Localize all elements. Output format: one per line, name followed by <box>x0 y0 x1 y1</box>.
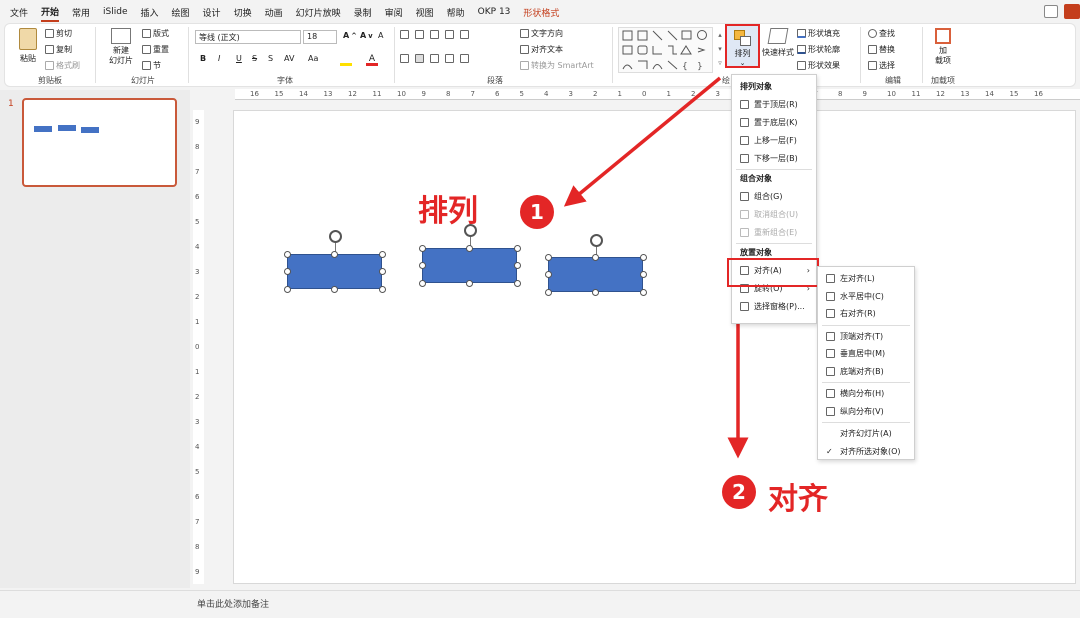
notes-pane[interactable]: 单击此处添加备注 <box>0 590 1080 618</box>
menu-separator <box>736 243 812 244</box>
menu-item-label: 上移一层(F) <box>754 135 797 145</box>
order-item-2[interactable]: 上移一层(F) <box>732 131 816 149</box>
menu-item-icon <box>740 135 749 145</box>
menu-item-label: 左对齐(L) <box>840 274 875 284</box>
menu-item-label: 垂直居中(M) <box>840 349 886 359</box>
menu-separator <box>822 382 910 383</box>
menu-item-label: 横向分布(H) <box>840 389 885 399</box>
menu-separator <box>736 169 812 170</box>
notes-placeholder: 单击此处添加备注 <box>197 600 270 610</box>
menu-item-icon <box>740 117 749 127</box>
align-item-1[interactable]: 水平居中(C) <box>818 288 914 306</box>
order-item-0[interactable]: 置于顶层(R) <box>732 95 816 113</box>
position-item-2[interactable]: 选择窗格(P)... <box>732 297 816 315</box>
align-item-0[interactable]: 左对齐(L) <box>818 270 914 288</box>
menu-item-icon <box>740 99 749 109</box>
menu-separator <box>822 422 910 423</box>
menu-item-label: 选择窗格(P)... <box>754 301 805 311</box>
menu-item-icon <box>740 227 749 237</box>
order-item-3[interactable]: 下移一层(B) <box>732 149 816 167</box>
menu-item-icon <box>826 389 835 399</box>
menu-item-icon <box>826 331 835 341</box>
menu-item-label: 组合(G) <box>754 191 783 201</box>
menu-item-label: 置于底层(K) <box>754 117 798 127</box>
annotation-arrows <box>563 76 749 459</box>
menu-item-icon <box>826 349 835 359</box>
group-header: 组合对象 <box>740 174 772 183</box>
menu-item-icon <box>826 291 835 301</box>
menu-item-label: 置于顶层(R) <box>754 99 798 109</box>
group-item-1[interactable]: 取消组合(U) <box>732 205 816 223</box>
menu-item-label: 对齐幻灯片(A) <box>840 429 892 439</box>
align-submenu: 左对齐(L) 水平居中(C) 右对齐(R) 顶端对齐(T) 垂直居中(M) 底端对齐(B)… <box>817 266 915 460</box>
order-header: 排列对象 <box>740 82 772 91</box>
group-item-0[interactable]: 组合(G) <box>732 187 816 205</box>
align-item-5[interactable]: 底端对齐(B) <box>818 363 914 381</box>
menu-item-label: 右对齐(R) <box>840 309 876 319</box>
align-item-9[interactable]: ✓ 对齐所选对象(O) <box>818 443 914 461</box>
align-item-6[interactable]: 横向分布(H) <box>818 385 914 403</box>
align-item-4[interactable]: 垂直居中(M) <box>818 345 914 363</box>
menu-separator <box>822 324 910 326</box>
menu-item-icon <box>740 191 749 201</box>
menu-item-label: 重新组合(E) <box>754 227 798 237</box>
menu-item-icon <box>826 274 835 284</box>
menu-item-icon <box>826 406 835 416</box>
menu-item-label: 顶端对齐(T) <box>840 331 884 341</box>
align-item-8[interactable]: 对齐幻灯片(A) <box>818 425 914 443</box>
arrow-to-step-1 <box>563 76 722 207</box>
align-item-7[interactable]: 纵向分布(V) <box>818 403 914 421</box>
menu-item-icon <box>740 153 749 163</box>
menu-item-label: 下移一层(B) <box>754 153 798 163</box>
menu-item-icon <box>740 301 749 311</box>
group-item-2[interactable]: 重新组合(E) <box>732 223 816 241</box>
order-item-1[interactable]: 置于底层(K) <box>732 113 816 131</box>
menu-item-label: 对齐所选对象(O) <box>840 446 901 456</box>
menu-item-label: 取消组合(U) <box>754 209 799 219</box>
menu-item-icon <box>740 209 749 219</box>
align-item-3[interactable]: 顶端对齐(T) <box>818 328 914 346</box>
menu-item-icon <box>826 309 835 319</box>
menu-item-label: 水平居中(C) <box>840 291 884 301</box>
checkmark-icon: ✓ <box>826 446 833 456</box>
align-item-2[interactable]: 右对齐(R) <box>818 305 914 323</box>
align-item-highlight <box>727 258 819 287</box>
menu-item-label: 底端对齐(B) <box>840 366 884 376</box>
menu-item-label: 纵向分布(V) <box>840 406 884 416</box>
menu-item-icon <box>826 366 835 376</box>
